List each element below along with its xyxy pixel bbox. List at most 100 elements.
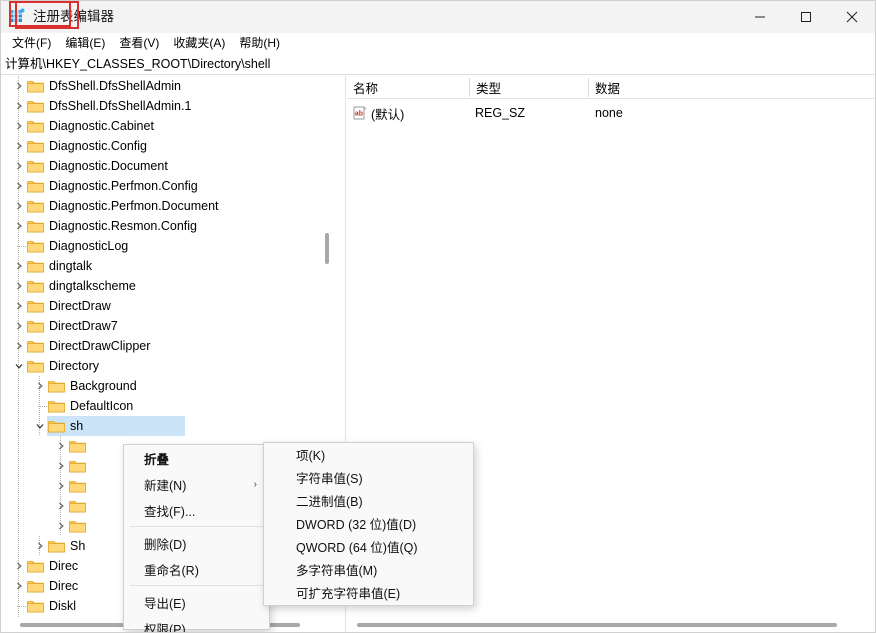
address-bar[interactable]: 计算机\HKEY_CLASSES_ROOT\Directory\shell	[1, 54, 875, 75]
chevron-right-icon[interactable]	[12, 216, 26, 236]
chevron-right-icon[interactable]	[54, 496, 68, 516]
chevron-right-icon[interactable]	[12, 196, 26, 216]
column-header-name[interactable]: 名称	[347, 76, 469, 99]
submenu-item-label: 项(K)	[296, 449, 326, 463]
new-submenu[interactable]: 项(K) 字符串值(S) 二进制值(B) DWORD (32 位)值(D) QWORD …	[263, 442, 474, 606]
chevron-right-icon[interactable]	[54, 476, 68, 496]
submenu-item[interactable]: 二进制值(B)	[264, 489, 473, 512]
tree-item[interactable]: Diagnostic.Document	[2, 156, 330, 176]
value-horizontal-scroll-thumb[interactable]	[357, 623, 837, 627]
tree-item-label: dingtalk	[49, 259, 93, 273]
tree-item-label: Directory	[49, 359, 100, 373]
menu-file[interactable]: 文件(F)	[5, 34, 58, 53]
tree-item[interactable]: DiagnosticLog	[2, 236, 330, 256]
chevron-right-icon[interactable]	[12, 116, 26, 136]
folder-icon	[69, 479, 86, 493]
window-title: 注册表编辑器	[33, 9, 114, 24]
folder-icon	[27, 239, 44, 253]
title-bar: 注册表编辑器	[1, 1, 875, 33]
tree-item[interactable]: Diagnostic.Perfmon.Document	[2, 196, 330, 216]
folder-icon	[27, 599, 44, 613]
tree-item-label: Diagnostic.Cabinet	[49, 119, 154, 133]
tree-item-label: dingtalkscheme	[49, 279, 136, 293]
context-menu-item[interactable]: 重命名(R)	[124, 556, 269, 582]
tree-item-label: Diagnostic.Document	[49, 159, 168, 173]
tree-item[interactable]: Background	[2, 376, 330, 396]
folder-icon	[27, 219, 44, 233]
folder-icon	[69, 519, 86, 533]
chevron-right-icon[interactable]	[12, 136, 26, 156]
menu-view[interactable]: 查看(V)	[112, 34, 166, 53]
column-header-data[interactable]: 数据	[589, 76, 789, 99]
chevron-down-icon[interactable]	[33, 416, 47, 436]
context-menu-item[interactable]: 权限(P)...	[124, 615, 269, 633]
tree-vertical-scroll-thumb[interactable]	[325, 233, 329, 264]
chevron-right-icon[interactable]	[54, 516, 68, 536]
chevron-right-icon[interactable]	[54, 436, 68, 456]
tree-item[interactable]: dingtalk	[2, 256, 330, 276]
tree-item-label: Diagnostic.Config	[49, 139, 147, 153]
chevron-right-icon[interactable]	[12, 336, 26, 356]
tree-item[interactable]: DirectDraw	[2, 296, 330, 316]
chevron-right-icon[interactable]	[12, 76, 26, 96]
chevron-right-icon[interactable]	[33, 536, 47, 556]
tree-item[interactable]: DirectDrawClipper	[2, 336, 330, 356]
maximize-button[interactable]	[783, 1, 829, 33]
submenu-item[interactable]: 项(K)	[264, 443, 473, 466]
chevron-right-icon[interactable]	[12, 276, 26, 296]
chevron-down-icon[interactable]	[12, 356, 26, 376]
context-menu-item[interactable]: 折叠	[124, 445, 269, 471]
submenu-item[interactable]: QWORD (64 位)值(Q)	[264, 535, 473, 558]
tree-item[interactable]: DirectDraw7	[2, 316, 330, 336]
tree-item[interactable]: sh	[2, 416, 330, 436]
tree-item[interactable]: DfsShell.DfsShellAdmin	[2, 76, 330, 96]
context-menu-item[interactable]: 查找(F)...	[124, 497, 269, 523]
chevron-right-icon[interactable]	[54, 456, 68, 476]
chevron-right-icon[interactable]	[12, 156, 26, 176]
value-data: none	[595, 106, 623, 120]
chevron-right-icon[interactable]	[12, 176, 26, 196]
value-name: (默认)	[371, 107, 405, 122]
chevron-right-icon[interactable]	[12, 96, 26, 116]
menu-edit[interactable]: 编辑(E)	[58, 34, 112, 53]
folder-icon	[48, 379, 65, 393]
folder-icon	[27, 159, 44, 173]
context-menu-item[interactable]: 导出(E)	[124, 589, 269, 615]
value-row[interactable]: ab (默认) REG_SZ none	[347, 103, 875, 123]
context-menu[interactable]: 折叠 新建(N) › 查找(F)... 删除(D) 重命名(R) 导出(E) 权限(P)...…	[123, 444, 270, 633]
tree-item[interactable]: Diagnostic.Perfmon.Config	[2, 176, 330, 196]
submenu-item[interactable]: DWORD (32 位)值(D)	[264, 512, 473, 535]
submenu-item[interactable]: 多字符串值(M)	[264, 558, 473, 581]
tree-item-label: Direc	[49, 559, 79, 573]
chevron-right-icon[interactable]	[12, 316, 26, 336]
tree-item[interactable]: dingtalkscheme	[2, 276, 330, 296]
chevron-right-icon[interactable]	[12, 296, 26, 316]
tree-item[interactable]: Diagnostic.Config	[2, 136, 330, 156]
minimize-button[interactable]	[737, 1, 783, 33]
folder-icon	[27, 259, 44, 273]
context-menu-item[interactable]: 新建(N) ›	[124, 471, 269, 497]
menu-help[interactable]: 帮助(H)	[232, 34, 287, 53]
tree-item[interactable]: Diagnostic.Resmon.Config	[2, 216, 330, 236]
value-horizontal-scrollbar[interactable]	[347, 617, 875, 632]
tree-item-label: Diskl	[49, 599, 77, 613]
tree-connector-stub	[38, 406, 47, 407]
close-button[interactable]	[829, 1, 875, 33]
context-menu-item[interactable]: 删除(D)	[124, 530, 269, 556]
chevron-right-icon[interactable]	[12, 256, 26, 276]
tree-item[interactable]: DfsShell.DfsShellAdmin.1	[2, 96, 330, 116]
tree-item[interactable]: Diagnostic.Cabinet	[2, 116, 330, 136]
submenu-item[interactable]: 可扩充字符串值(E)	[264, 581, 473, 604]
folder-icon	[27, 299, 44, 313]
folder-icon	[27, 359, 44, 373]
folder-icon	[27, 79, 44, 93]
column-header-type[interactable]: 类型	[470, 76, 588, 99]
tree-item[interactable]: Directory	[2, 356, 330, 376]
chevron-right-icon[interactable]	[12, 576, 26, 596]
menu-favorites[interactable]: 收藏夹(A)	[166, 34, 232, 53]
tree-item-label: Direc	[49, 579, 79, 593]
tree-item[interactable]: DefaultIcon	[2, 396, 330, 416]
submenu-item[interactable]: 字符串值(S)	[264, 466, 473, 489]
chevron-right-icon[interactable]	[12, 556, 26, 576]
chevron-right-icon[interactable]	[33, 376, 47, 396]
